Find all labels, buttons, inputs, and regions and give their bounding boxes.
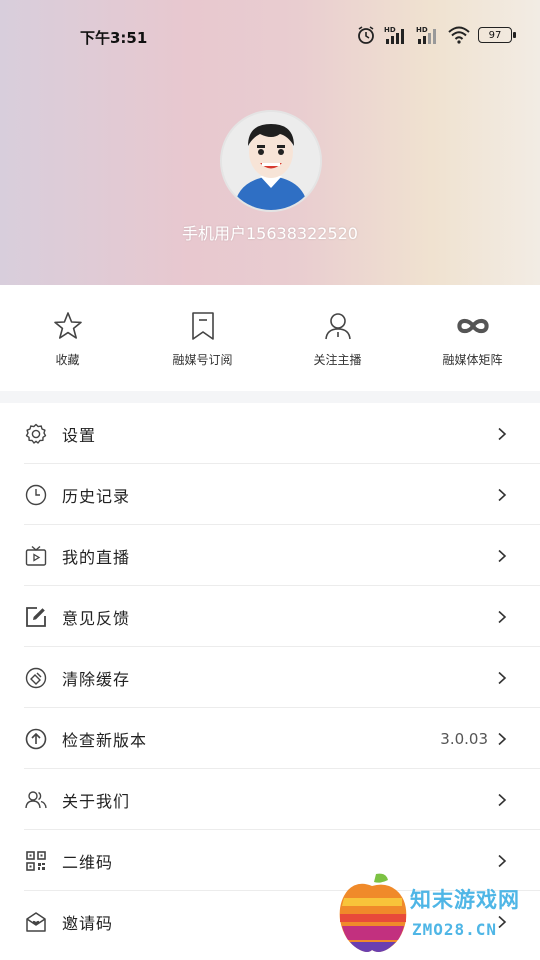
menu-item-history[interactable]: 历史记录	[0, 464, 540, 525]
menu-item-feedback[interactable]: 意见反馈	[0, 586, 540, 647]
status-time: 下午3:51	[80, 29, 148, 47]
version-value: 3.0.03	[440, 729, 488, 748]
clock-icon	[24, 483, 48, 507]
menu-label: 检查新版本	[62, 730, 148, 750]
battery-icon: 97	[478, 27, 516, 43]
menu-label: 关于我们	[62, 791, 131, 811]
svg-text:HD: HD	[416, 26, 428, 34]
quick-label: 融媒体矩阵	[442, 353, 503, 367]
profile-header: 下午3:51 HD HD 97 手机用户15638322520	[0, 0, 540, 285]
menu-item-settings[interactable]: 设置	[0, 403, 540, 464]
menu-label: 清除缓存	[62, 669, 131, 689]
menu-label: 二维码	[62, 852, 114, 872]
menu-label: 设置	[62, 425, 97, 445]
menu-item-clear-cache[interactable]: 清除缓存	[0, 647, 540, 708]
status-bar: 下午3:51 HD HD 97	[0, 0, 540, 72]
upload-icon	[24, 727, 48, 751]
tv-icon	[24, 544, 48, 568]
alarm-icon	[356, 25, 376, 45]
svg-text:HD: HD	[384, 26, 396, 34]
chevron-right-icon	[498, 793, 507, 806]
menu-label: 意见反馈	[62, 608, 131, 628]
username[interactable]: 手机用户15638322520	[0, 220, 540, 244]
quick-subscriptions[interactable]: 融媒号订阅	[135, 285, 270, 391]
chevron-right-icon	[498, 854, 507, 867]
apple-logo-icon	[339, 873, 407, 952]
avatar[interactable]	[220, 110, 322, 212]
clear-cache-icon	[24, 666, 48, 690]
person-icon	[321, 309, 355, 343]
quick-label: 关注主播	[313, 353, 362, 367]
signal-hd-icon: HD	[416, 25, 440, 45]
infinity-icon	[456, 309, 490, 343]
site-watermark: 知末游戏网 ZMO28.CN	[334, 870, 532, 956]
chevron-right-icon	[498, 488, 507, 501]
watermark-title: 知末游戏网	[410, 888, 520, 912]
qrcode-icon	[24, 849, 48, 873]
battery-level: 97	[488, 29, 502, 41]
menu-item-my-live[interactable]: 我的直播	[0, 525, 540, 586]
status-icons: HD HD 97	[356, 25, 516, 45]
quick-favorites[interactable]: 收藏	[0, 285, 135, 391]
chevron-right-icon	[498, 671, 507, 684]
chevron-right-icon	[498, 549, 507, 562]
quick-actions-bar: 收藏 融媒号订阅 关注主播 融媒体矩阵	[0, 285, 540, 391]
cartoon-avatar	[222, 112, 320, 210]
watermark-domain: ZMO28.CN	[412, 920, 498, 939]
menu-item-about-us[interactable]: 关于我们	[0, 769, 540, 830]
menu-label: 历史记录	[62, 486, 131, 506]
edit-icon	[24, 605, 48, 629]
star-icon	[51, 309, 85, 343]
signal-hd-icon: HD	[384, 25, 408, 45]
wifi-icon	[448, 26, 470, 44]
menu-item-check-update[interactable]: 检查新版本 3.0.03	[0, 708, 540, 769]
invite-icon	[24, 910, 48, 934]
quick-label: 收藏	[55, 353, 80, 367]
bookmark-icon	[186, 309, 220, 343]
quick-label: 融媒号订阅	[172, 353, 233, 367]
menu-label: 我的直播	[62, 547, 131, 567]
gear-icon	[24, 422, 48, 446]
chevron-right-icon	[498, 427, 507, 440]
quick-media-matrix[interactable]: 融媒体矩阵	[405, 285, 540, 391]
chevron-right-icon	[498, 610, 507, 623]
chevron-right-icon	[498, 732, 507, 745]
quick-followed-hosts[interactable]: 关注主播	[270, 285, 405, 391]
people-icon	[24, 788, 48, 812]
